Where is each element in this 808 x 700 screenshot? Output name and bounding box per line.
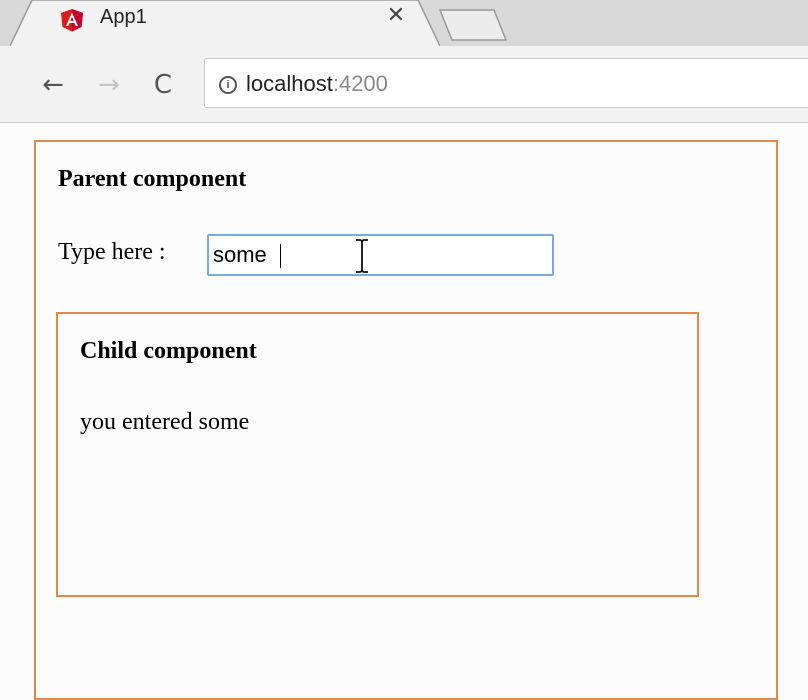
reload-icon[interactable]: C <box>146 68 180 102</box>
tab-title: App1 <box>100 6 147 28</box>
new-tab-button[interactable] <box>432 0 512 46</box>
child-component-title: Child component <box>80 338 257 364</box>
info-icon[interactable]: i <box>219 76 237 94</box>
close-tab-icon[interactable]: ✕ <box>383 3 409 29</box>
type-here-input[interactable] <box>207 234 554 276</box>
child-entered-text: you entered some <box>80 409 250 435</box>
parent-component-title: Parent component <box>58 166 247 192</box>
type-here-label: Type here : <box>58 239 166 265</box>
url-text[interactable]: localhost:4200 <box>246 71 388 97</box>
text-caret <box>280 244 281 268</box>
forward-arrow-icon[interactable]: → <box>92 68 126 102</box>
url-port: :4200 <box>332 71 388 96</box>
url-host: localhost <box>246 71 333 96</box>
angular-logo-icon <box>61 9 83 32</box>
back-arrow-icon[interactable]: ← <box>36 68 70 102</box>
